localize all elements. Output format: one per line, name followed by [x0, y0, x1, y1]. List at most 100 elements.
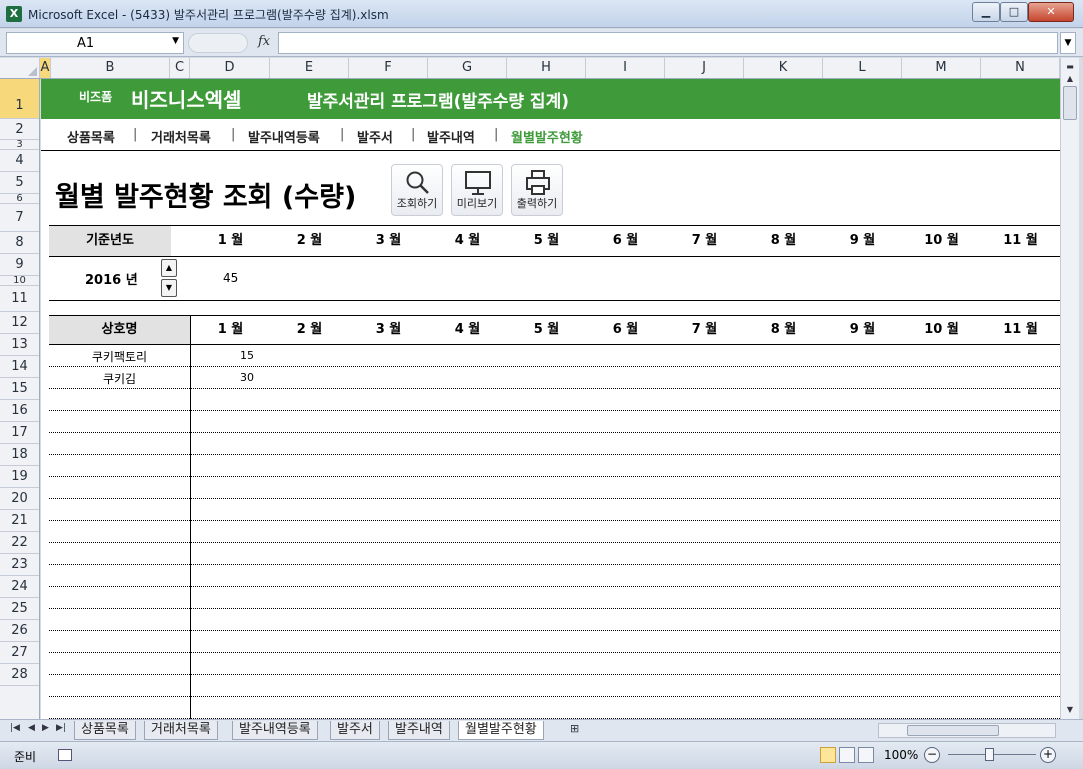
formula-bar-handle[interactable]: [188, 33, 248, 53]
scroll-up-icon[interactable]: ▲: [1063, 72, 1077, 86]
row-header-7[interactable]: 7: [0, 204, 39, 232]
detail-jan-value[interactable]: 30: [240, 371, 254, 384]
summary-total-value[interactable]: 45: [223, 271, 238, 285]
nav-item-monthly-status[interactable]: 월별발주현황: [511, 127, 583, 146]
column-header-g[interactable]: G: [428, 58, 507, 78]
print-button[interactable]: 출력하기: [511, 164, 563, 216]
row-header-11[interactable]: 11: [0, 286, 39, 312]
vertical-scroll-thumb[interactable]: [1063, 86, 1077, 120]
row-header-1[interactable]: 1: [0, 79, 39, 119]
sheet-tab-6[interactable]: 월별발주현황: [458, 721, 544, 740]
sheet-tab-4[interactable]: 발주서: [330, 721, 380, 740]
last-sheet-icon[interactable]: ▶|: [56, 723, 66, 733]
column-header-h[interactable]: H: [507, 58, 586, 78]
insert-sheet-icon[interactable]: ⊞: [570, 722, 579, 735]
zoom-slider-thumb[interactable]: [985, 748, 994, 761]
vertical-scrollbar[interactable]: ▬ ▲ ▼: [1060, 58, 1079, 719]
summary-month-header: 11 월: [1003, 233, 1038, 248]
row-header-24[interactable]: 24: [0, 576, 39, 598]
search-button[interactable]: 조회하기: [391, 164, 443, 216]
row-header-8[interactable]: 8: [0, 232, 39, 254]
sheet-tab-1[interactable]: 상품목록: [74, 721, 136, 740]
horizontal-scrollbar[interactable]: [878, 723, 1056, 738]
first-sheet-icon[interactable]: |◀: [10, 723, 20, 733]
nav-item-order-entry[interactable]: 발주내역등록: [248, 127, 320, 146]
nav-item-clients[interactable]: 거래처목록: [151, 127, 211, 146]
table-divider: [190, 315, 191, 719]
page-break-view-button[interactable]: [858, 747, 874, 763]
row-header-17[interactable]: 17: [0, 422, 39, 444]
row-header-12[interactable]: 12: [0, 312, 39, 334]
row-header-26[interactable]: 26: [0, 620, 39, 642]
table-border: [49, 256, 1060, 257]
close-button[interactable]: ✕: [1028, 2, 1074, 22]
excel-icon[interactable]: X: [6, 6, 22, 22]
column-header-c[interactable]: C: [170, 58, 190, 78]
zoom-out-button[interactable]: −: [924, 747, 940, 763]
row-header-23[interactable]: 23: [0, 554, 39, 576]
formula-input[interactable]: [278, 32, 1058, 54]
next-sheet-icon[interactable]: ▶: [42, 723, 49, 733]
row-header-6[interactable]: 6: [0, 194, 39, 204]
column-header-j[interactable]: J: [665, 58, 744, 78]
year-down-button[interactable]: ▼: [161, 279, 177, 297]
name-box[interactable]: A1 ▼: [6, 32, 184, 54]
nav-item-products[interactable]: 상품목록: [67, 127, 115, 146]
column-header-m[interactable]: M: [902, 58, 981, 78]
company-name[interactable]: 쿠키팩토리: [49, 348, 190, 365]
year-up-button[interactable]: ▲: [161, 259, 177, 277]
row-header-15[interactable]: 15: [0, 378, 39, 400]
column-header-l[interactable]: L: [823, 58, 902, 78]
row-header-14[interactable]: 14: [0, 356, 39, 378]
row-header-5[interactable]: 5: [0, 172, 39, 194]
row-header-3[interactable]: 3: [0, 140, 39, 150]
column-header-b[interactable]: B: [51, 58, 170, 78]
normal-view-button[interactable]: [820, 747, 836, 763]
row-header-20[interactable]: 20: [0, 488, 39, 510]
row-header-16[interactable]: 16: [0, 400, 39, 422]
nav-item-order-history[interactable]: 발주내역: [427, 127, 475, 146]
row-header-4[interactable]: 4: [0, 150, 39, 172]
column-header-n[interactable]: N: [981, 58, 1060, 78]
company-name[interactable]: 쿠키김: [49, 370, 190, 387]
column-header-d[interactable]: D: [190, 58, 270, 78]
row-header-22[interactable]: 22: [0, 532, 39, 554]
row-header-28[interactable]: 28: [0, 664, 39, 686]
row-header-10[interactable]: 10: [0, 276, 39, 286]
zoom-in-button[interactable]: +: [1040, 747, 1056, 763]
row-header-9[interactable]: 9: [0, 254, 39, 276]
page-layout-view-button[interactable]: [839, 747, 855, 763]
column-header-k[interactable]: K: [744, 58, 823, 78]
detail-jan-value[interactable]: 15: [240, 349, 254, 362]
column-header-a[interactable]: A: [40, 58, 51, 78]
row-header-21[interactable]: 21: [0, 510, 39, 532]
zoom-level[interactable]: 100%: [884, 748, 918, 762]
year-value[interactable]: 2016 년: [85, 269, 138, 288]
column-header-i[interactable]: I: [586, 58, 665, 78]
worksheet[interactable]: 비즈폼 비즈니스엑셀 발주서관리 프로그램(발주수량 집계) 상품목록 | 거래…: [41, 79, 1060, 719]
company-header: 상호명: [49, 316, 190, 344]
select-all-corner[interactable]: [0, 58, 40, 78]
scroll-down-icon[interactable]: ▼: [1063, 703, 1077, 717]
row-header-27[interactable]: 27: [0, 642, 39, 664]
column-header-f[interactable]: F: [349, 58, 428, 78]
row-header-13[interactable]: 13: [0, 334, 39, 356]
row-header-25[interactable]: 25: [0, 598, 39, 620]
chevron-down-icon[interactable]: ▼: [172, 36, 179, 46]
sheet-tab-3[interactable]: 발주내역등록: [232, 721, 318, 740]
sheet-tab-2[interactable]: 거래처목록: [144, 721, 218, 740]
sheet-tab-5[interactable]: 발주내역: [388, 721, 450, 740]
expand-formula-bar-button[interactable]: ▼: [1060, 32, 1076, 54]
macro-record-icon[interactable]: [58, 749, 72, 761]
maximize-button[interactable]: □: [1000, 2, 1028, 22]
row-header-19[interactable]: 19: [0, 466, 39, 488]
prev-sheet-icon[interactable]: ◀: [28, 723, 35, 733]
minimize-button[interactable]: ▁: [972, 2, 1000, 22]
preview-button[interactable]: 미리보기: [451, 164, 503, 216]
row-header-18[interactable]: 18: [0, 444, 39, 466]
insert-function-icon[interactable]: fx: [258, 34, 270, 49]
row-header-2[interactable]: 2: [0, 119, 39, 140]
column-header-e[interactable]: E: [270, 58, 349, 78]
nav-item-order-form[interactable]: 발주서: [357, 127, 393, 146]
horizontal-scroll-thumb[interactable]: [907, 725, 999, 736]
